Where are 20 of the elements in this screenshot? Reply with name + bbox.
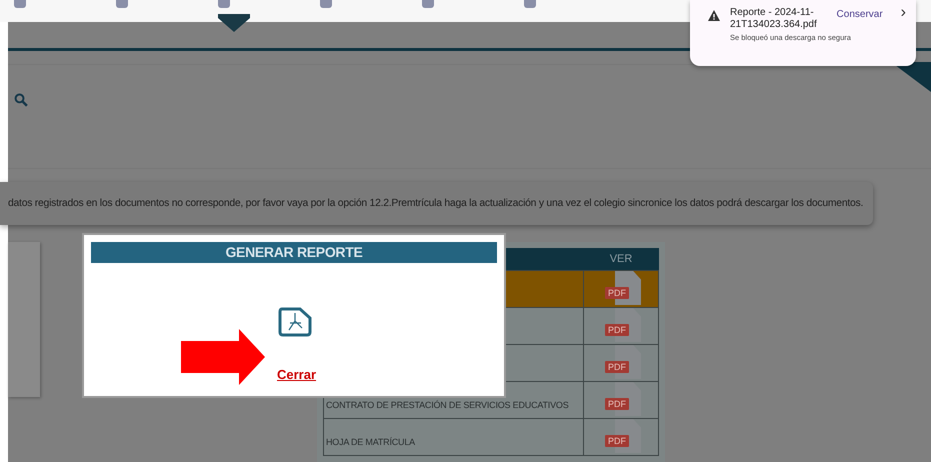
bookmark-icon[interactable] [524,0,536,8]
bookmark-icon[interactable] [116,0,128,8]
bookmark-icon[interactable] [320,0,332,8]
logo-shape-icon [218,14,250,34]
bookmark-icon[interactable] [422,0,434,8]
arrow-icon [181,329,265,385]
chevron-button[interactable]: › [900,7,906,19]
close-link[interactable]: Cerrar [277,367,316,382]
warning-icon [708,10,720,21]
bookmark-icon[interactable] [218,0,230,8]
file-name: Reporte - 2024-11-21T134023.364.pdf [730,7,818,31]
notice-text: datos registrados en los documentos no corresponde, por favor vaya por la opción 12.2.Premtrícula haga la actualización y una vez el colegio sincronice los datos podrá descargar los documentos. [8,198,864,209]
modal-title: GENERAR REPORTE [91,242,497,263]
bookmark-icon[interactable] [14,0,26,8]
keep-button[interactable]: Conservar [836,9,883,20]
pdf-file-icon[interactable] [278,307,312,337]
document-name: HOJA DE MATRÍCULA [326,437,415,449]
column-header: VER [584,248,658,270]
document-name: CONTRATO DE PRESTACIÓN DE SERVICIOS EDUCATIVOS [326,400,569,412]
search-icon[interactable] [14,93,28,107]
